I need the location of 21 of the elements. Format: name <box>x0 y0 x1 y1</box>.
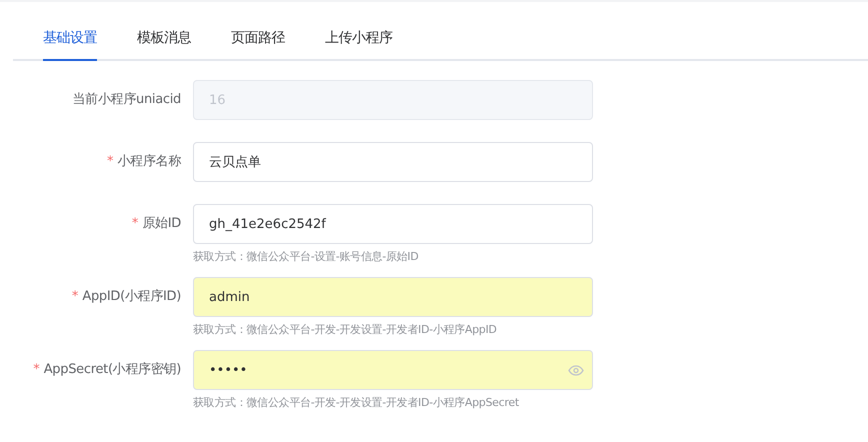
input-field[interactable]: 云贝点单 <box>193 142 593 182</box>
required-mark: * <box>72 289 78 304</box>
tab[interactable]: 上传小程序 <box>325 29 392 61</box>
input-field[interactable]: admin <box>193 277 593 317</box>
required-mark: * <box>33 362 40 377</box>
hint-text: 获取方式：微信公众平台-设置-账号信息-原始ID <box>193 249 420 264</box>
tab[interactable]: 页面路径 <box>231 29 285 61</box>
field-label: 小程序名称 <box>117 154 181 169</box>
field-label: AppSecret(小程序密钥) <box>44 362 181 377</box>
input-field[interactable]: gh_41e2e6c2542f <box>193 204 593 244</box>
input-field[interactable]: ••••• <box>193 350 593 390</box>
hint-text: 获取方式：微信公众平台-开发-开发设置-开发者ID-小程序AppID <box>193 322 498 337</box>
field-label: 当前小程序uniacid <box>72 92 181 107</box>
required-mark: * <box>106 154 114 169</box>
hint-text: 获取方式：微信公众平台-开发-开发设置-开发者ID-小程序AppSecret <box>193 395 520 410</box>
required-mark: * <box>132 216 138 231</box>
eye-icon[interactable] <box>568 364 584 376</box>
field-label: 原始ID <box>142 216 181 231</box>
tab[interactable]: 基础设置 <box>43 29 97 61</box>
field-label: AppID(小程序ID) <box>82 289 181 304</box>
tab[interactable]: 模板消息 <box>137 29 191 61</box>
